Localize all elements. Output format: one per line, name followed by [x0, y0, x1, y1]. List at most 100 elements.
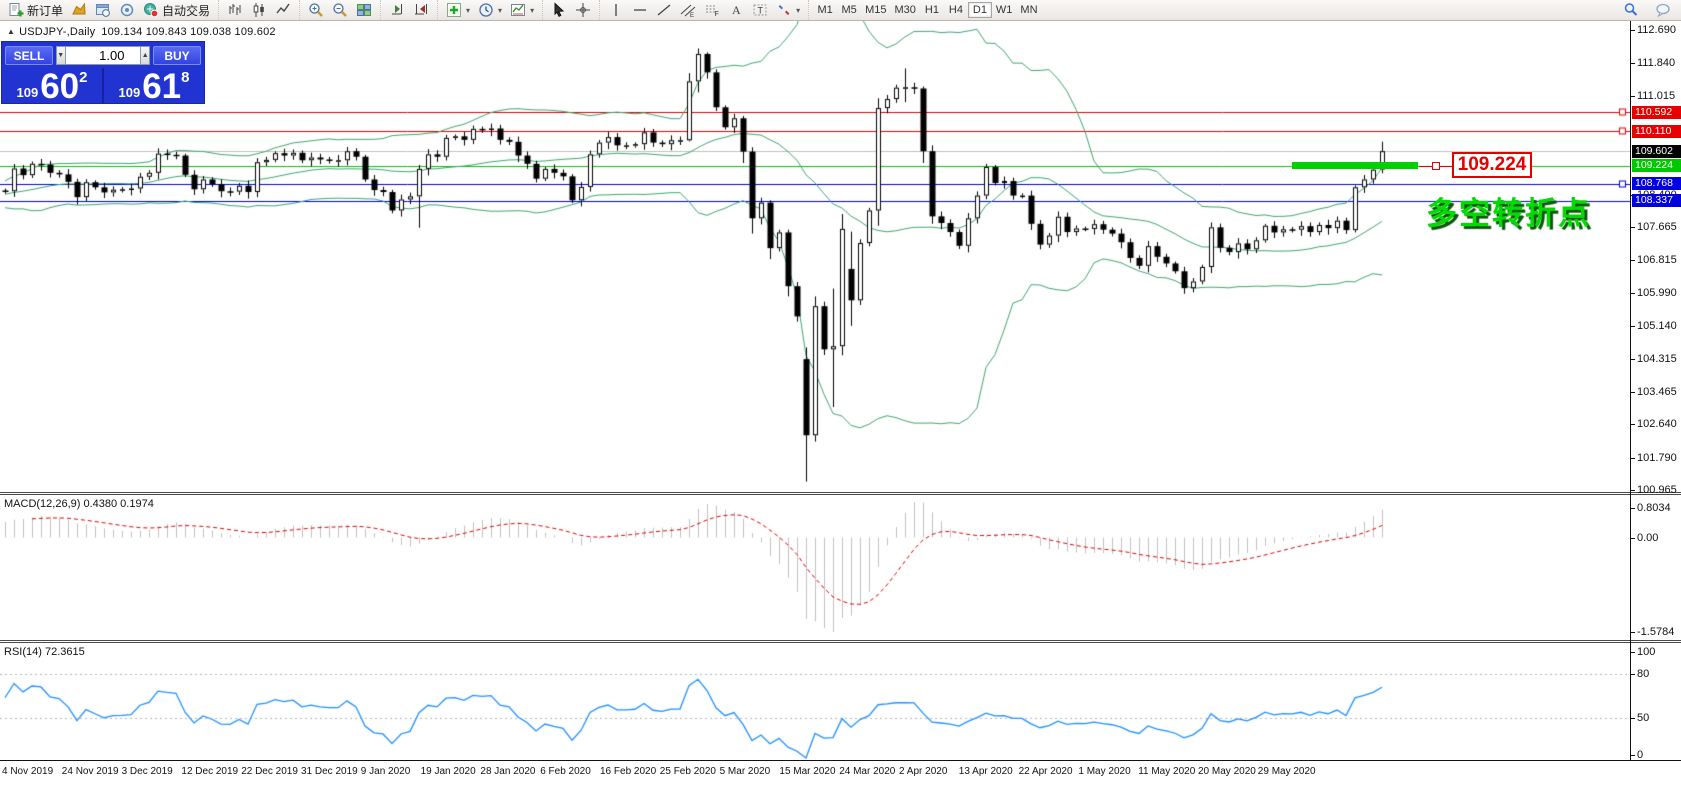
- date-label: 3 Dec 2019: [122, 766, 173, 777]
- periods-caret-icon: ▾: [498, 6, 502, 15]
- ohlc-values: 109.134 109.843 109.038 109.602: [101, 26, 275, 38]
- volume-input[interactable]: [66, 46, 141, 65]
- panel-separator: [0, 642, 1681, 643]
- indicators-icon: [446, 2, 462, 18]
- new-order-label: 新订单: [27, 2, 63, 19]
- svg-text:T: T: [758, 6, 764, 16]
- timeframe-MN[interactable]: MN: [1016, 2, 1041, 18]
- text-label-button[interactable]: T: [748, 1, 772, 19]
- macd-axis-tick: -1.5784: [1637, 626, 1674, 638]
- zoom-in-icon: [308, 2, 324, 18]
- indicators-caret-icon: ▾: [466, 6, 470, 15]
- arrows-tool-button[interactable]: ▾: [772, 1, 804, 19]
- auto-scroll-button[interactable]: [385, 1, 409, 19]
- price-chart-canvas[interactable]: [0, 20, 1630, 760]
- callout-handle[interactable]: [1432, 162, 1440, 170]
- rsi-indicator-label: RSI(14) 72.3615: [4, 646, 85, 658]
- volume-increase-button[interactable]: ▲: [140, 46, 150, 65]
- toolbar-group-objects: ▾ ▾ ▾: [437, 0, 542, 20]
- price-level-callout[interactable]: 109.224: [1452, 152, 1532, 178]
- timeframe-M5[interactable]: M5: [837, 2, 861, 18]
- date-label: 1 May 2020: [1078, 766, 1130, 777]
- cursor-button[interactable]: [547, 1, 571, 19]
- new-order-icon: [8, 2, 24, 18]
- volume-decrease-button[interactable]: ▼: [56, 46, 66, 65]
- trendline-icon: [656, 2, 672, 18]
- tile-windows-button[interactable]: [352, 1, 376, 19]
- equidistant-channel-button[interactable]: E: [676, 1, 700, 19]
- templates-icon: [510, 2, 526, 18]
- auto-trading-label: 自动交易: [162, 2, 210, 19]
- date-label: 25 Feb 2020: [660, 766, 716, 777]
- macd-axis-tick: 0.00: [1637, 532, 1658, 544]
- time-axis[interactable]: 4 Nov 201924 Nov 20193 Dec 201912 Dec 20…: [0, 761, 1630, 781]
- templates-button[interactable]: ▾: [506, 1, 538, 19]
- date-label: 22 Apr 2020: [1019, 766, 1073, 777]
- buy-button[interactable]: BUY: [153, 46, 201, 65]
- toolbar-group-lines: E F A T ▾: [599, 0, 808, 20]
- date-label: 28 Jan 2020: [480, 766, 535, 777]
- sell-price-big: 60: [40, 72, 79, 102]
- line-chart-button[interactable]: [271, 1, 295, 19]
- date-label: 5 Mar 2020: [720, 766, 771, 777]
- bar-chart-button[interactable]: [223, 1, 247, 19]
- toolbar-group-zoom: [299, 0, 380, 20]
- svg-text:F: F: [715, 11, 719, 18]
- text-tool-button[interactable]: A: [724, 1, 748, 19]
- navigator-icon: [119, 2, 135, 18]
- vertical-line-button[interactable]: [604, 1, 628, 19]
- toolbar-right: [1619, 0, 1675, 20]
- zoom-in-button[interactable]: [304, 1, 328, 19]
- timeframe-W1[interactable]: W1: [992, 2, 1017, 18]
- price-axis-tick: 111.015: [1637, 90, 1675, 102]
- auto-trading-button[interactable]: 自动交易: [139, 1, 214, 19]
- horizontal-line-button[interactable]: [628, 1, 652, 19]
- crosshair-button[interactable]: [571, 1, 595, 19]
- timeframe-H1[interactable]: H1: [920, 2, 944, 18]
- candlestick-chart-button[interactable]: [247, 1, 271, 19]
- price-axis-tick: 105.140: [1637, 320, 1677, 332]
- trendline-button[interactable]: [652, 1, 676, 19]
- macd-axis-tick: 0.8034: [1637, 502, 1671, 514]
- market-watch-icon: [95, 2, 111, 18]
- timeframe-M15[interactable]: M15: [861, 2, 890, 18]
- search-button[interactable]: [1619, 1, 1643, 19]
- date-label: 22 Dec 2019: [241, 766, 298, 777]
- timeframe-M30[interactable]: M30: [891, 2, 920, 18]
- price-axis-tick: 103.465: [1637, 386, 1677, 398]
- highlight-bar[interactable]: [1292, 162, 1418, 169]
- panel-separator[interactable]: [0, 640, 1681, 641]
- date-label: 11 May 2020: [1138, 766, 1195, 777]
- chart-profile-button[interactable]: [67, 1, 91, 19]
- chat-button[interactable]: [1651, 1, 1675, 19]
- buy-price-big: 61: [142, 72, 181, 102]
- auto-scroll-icon: [389, 2, 405, 18]
- new-order-button[interactable]: 新订单: [4, 1, 67, 19]
- timeframe-D1[interactable]: D1: [968, 2, 992, 18]
- fibonacci-icon: F: [704, 2, 720, 18]
- navigator-button[interactable]: [115, 1, 139, 19]
- periods-button[interactable]: ▾: [474, 1, 506, 19]
- indicators-button[interactable]: ▾: [442, 1, 474, 19]
- chart-shift-button[interactable]: [409, 1, 433, 19]
- turning-point-annotation[interactable]: 多空转折点: [1426, 188, 1591, 233]
- price-badge-108.768: 108.768: [1632, 177, 1681, 190]
- rsi-axis-tick: 100: [1637, 646, 1655, 658]
- date-label: 16 Feb 2020: [600, 766, 656, 777]
- fibonacci-button[interactable]: F: [700, 1, 724, 19]
- market-watch-button[interactable]: [91, 1, 115, 19]
- sell-price[interactable]: 109 60 2: [2, 68, 104, 104]
- timeframe-H4[interactable]: H4: [944, 2, 968, 18]
- sell-price-sup: 2: [79, 69, 87, 86]
- panel-separator[interactable]: [0, 492, 1681, 493]
- vertical-line-icon: [608, 2, 624, 18]
- toolbar-group-scroll: [380, 0, 437, 20]
- sell-button[interactable]: SELL: [5, 46, 53, 65]
- rsi-axis-tick: 50: [1637, 712, 1649, 724]
- price-badge-108.337: 108.337: [1632, 194, 1681, 207]
- timeframe-M1[interactable]: M1: [813, 2, 837, 18]
- zoom-out-button[interactable]: [328, 1, 352, 19]
- price-badge-110.592: 110.592: [1632, 106, 1681, 119]
- buy-price[interactable]: 109 61 8: [104, 68, 204, 104]
- chat-icon: [1655, 2, 1671, 18]
